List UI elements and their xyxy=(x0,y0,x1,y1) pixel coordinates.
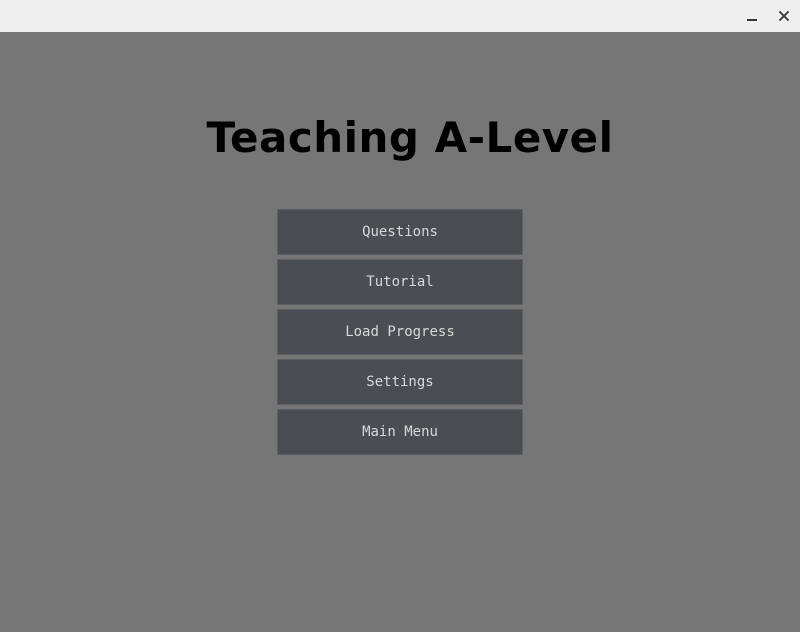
load-progress-button[interactable]: Load Progress xyxy=(277,309,523,355)
main-menu: Questions Tutorial Load Progress Setting… xyxy=(277,209,523,459)
main-menu-button[interactable]: Main Menu xyxy=(277,409,523,455)
main-window-content: Teaching A-Level Questions Tutorial Load… xyxy=(0,32,800,632)
minimize-button[interactable] xyxy=(740,4,764,28)
app-title: Teaching A-Level xyxy=(206,113,614,162)
questions-button[interactable]: Questions xyxy=(277,209,523,255)
settings-button[interactable]: Settings xyxy=(277,359,523,405)
close-icon xyxy=(779,11,789,21)
minimize-icon xyxy=(747,19,757,21)
window-titlebar xyxy=(0,0,800,32)
tutorial-button[interactable]: Tutorial xyxy=(277,259,523,305)
close-button[interactable] xyxy=(772,4,796,28)
